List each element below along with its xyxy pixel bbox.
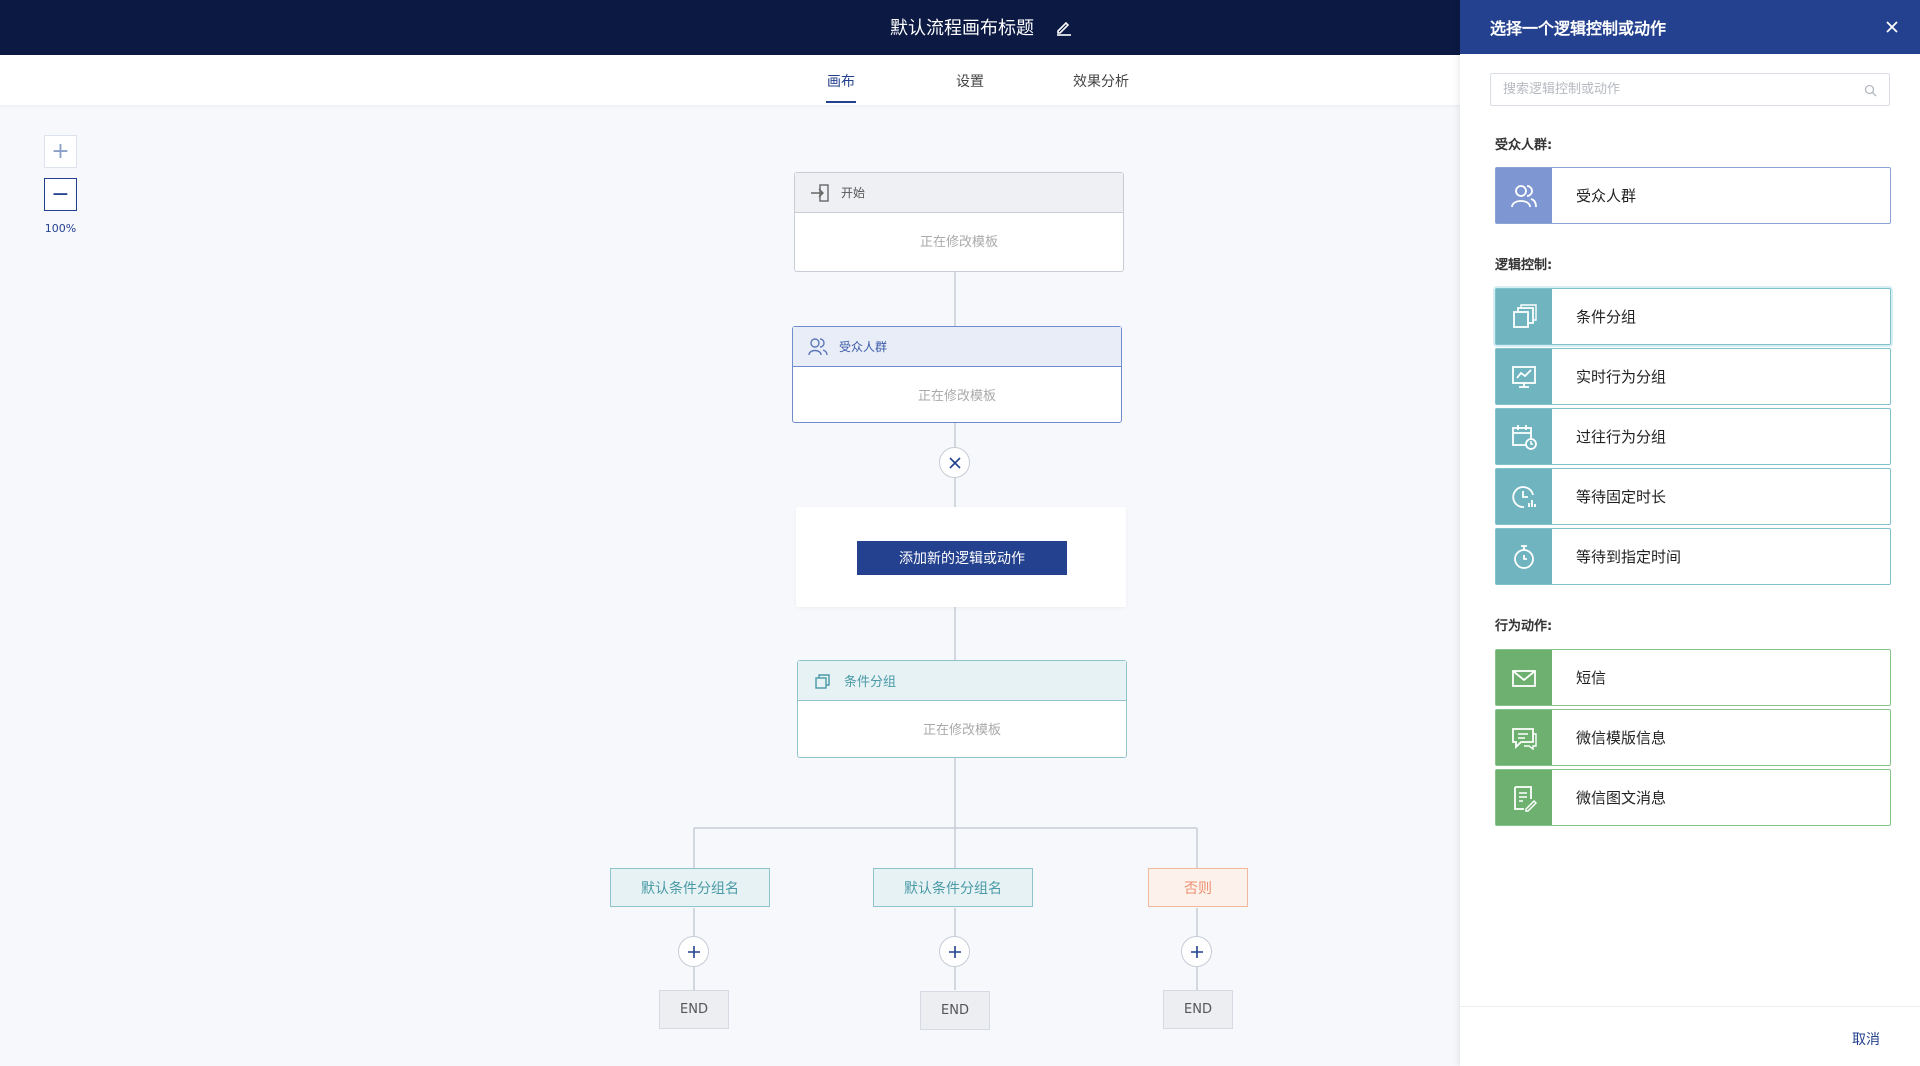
- picker-item-audience[interactable]: 受众人群: [1495, 167, 1891, 224]
- search-input[interactable]: [1491, 74, 1851, 105]
- picker-item-label: 等待到指定时间: [1576, 548, 1682, 566]
- audience-node-body: 正在修改模板: [917, 389, 996, 404]
- add-step-button-1[interactable]: [678, 936, 709, 967]
- clock-chart-icon: [1512, 485, 1536, 508]
- add-step-button-2[interactable]: [939, 936, 970, 967]
- picker-item-wait-until[interactable]: 等待到指定时间: [1495, 528, 1891, 585]
- start-node-body: 正在修改模板: [919, 235, 998, 250]
- mail-icon: [1512, 669, 1536, 687]
- picker-item-label: 微信模版信息: [1576, 729, 1667, 747]
- section-title-audience: 受众人群:: [1495, 138, 1553, 153]
- close-icon[interactable]: [1882, 17, 1902, 37]
- panel-title: 选择一个逻辑控制或动作: [1490, 19, 1667, 38]
- remove-step-button[interactable]: [939, 447, 970, 478]
- picker-item-wechat-article[interactable]: 微信图文消息: [1495, 769, 1891, 826]
- plus-icon: [948, 945, 961, 958]
- panel-footer: 取消: [1460, 1006, 1920, 1066]
- monitor-chart-icon: [1512, 365, 1536, 388]
- picker-item-realtime-behavior[interactable]: 实时行为分组: [1495, 348, 1891, 405]
- section-title-logic: 逻辑控制:: [1495, 258, 1553, 273]
- copy-group-icon: [815, 673, 830, 689]
- chat-icon: [1512, 727, 1537, 750]
- close-icon: [948, 456, 961, 469]
- cancel-button[interactable]: 取消: [1852, 1029, 1880, 1049]
- picker-item-wait-duration[interactable]: 等待固定时长: [1495, 468, 1891, 525]
- picker-item-label: 受众人群: [1576, 187, 1637, 205]
- picker-item-condition-group[interactable]: 条件分组: [1495, 288, 1891, 345]
- branch-default-2[interactable]: 默认条件分组名: [873, 868, 1033, 907]
- stopwatch-icon: [1514, 544, 1534, 569]
- branch-else[interactable]: 否则: [1148, 868, 1248, 907]
- audience-node[interactable]: 受众人群 正在修改模板: [792, 326, 1122, 423]
- plus-icon: [687, 945, 700, 958]
- panel-header: 选择一个逻辑控制或动作: [1460, 0, 1920, 54]
- users-icon: [808, 337, 828, 355]
- picker-item-sms[interactable]: 短信: [1495, 649, 1891, 706]
- end-node-2: END: [920, 991, 990, 1030]
- section-title-actions: 行为动作:: [1495, 619, 1553, 634]
- end-node-3: END: [1163, 990, 1233, 1029]
- picker-item-label: 过往行为分组: [1576, 428, 1667, 446]
- add-action-panel: 添加新的逻辑或动作: [796, 507, 1126, 607]
- add-step-button-3[interactable]: [1181, 936, 1212, 967]
- end-node-1: END: [659, 990, 729, 1029]
- users-icon: [1511, 184, 1537, 207]
- condition-node[interactable]: 条件分组 正在修改模板: [797, 660, 1127, 758]
- picker-item-label: 条件分组: [1576, 308, 1637, 326]
- picker-item-past-behavior[interactable]: 过往行为分组: [1495, 408, 1891, 465]
- plus-icon: [1190, 945, 1203, 958]
- document-edit-icon: [1514, 785, 1538, 812]
- picker-item-label: 短信: [1576, 669, 1607, 687]
- picker-item-wechat-template[interactable]: 微信模版信息: [1495, 709, 1891, 766]
- start-node[interactable]: 开始 正在修改模板: [794, 172, 1124, 272]
- audience-node-title: 受众人群: [839, 340, 888, 354]
- start-node-title: 开始: [841, 186, 866, 200]
- branch-default-1[interactable]: 默认条件分组名: [610, 868, 770, 907]
- picker-item-label: 微信图文消息: [1576, 789, 1667, 807]
- picker-item-label: 等待固定时长: [1576, 488, 1667, 506]
- action-picker-panel: 选择一个逻辑控制或动作 受众人群: 受众人群 逻辑控制:: [1460, 0, 1920, 1066]
- search-field: [1490, 73, 1890, 106]
- search-icon[interactable]: [1864, 84, 1877, 97]
- add-logic-or-action-button[interactable]: 添加新的逻辑或动作: [857, 541, 1067, 575]
- picker-item-label: 实时行为分组: [1576, 368, 1667, 386]
- calendar-clock-icon: [1512, 424, 1537, 450]
- condition-node-title: 条件分组: [844, 675, 897, 690]
- copy-group-icon: [1513, 303, 1537, 328]
- condition-node-body: 正在修改模板: [922, 723, 1001, 738]
- enter-icon: [811, 183, 829, 202]
